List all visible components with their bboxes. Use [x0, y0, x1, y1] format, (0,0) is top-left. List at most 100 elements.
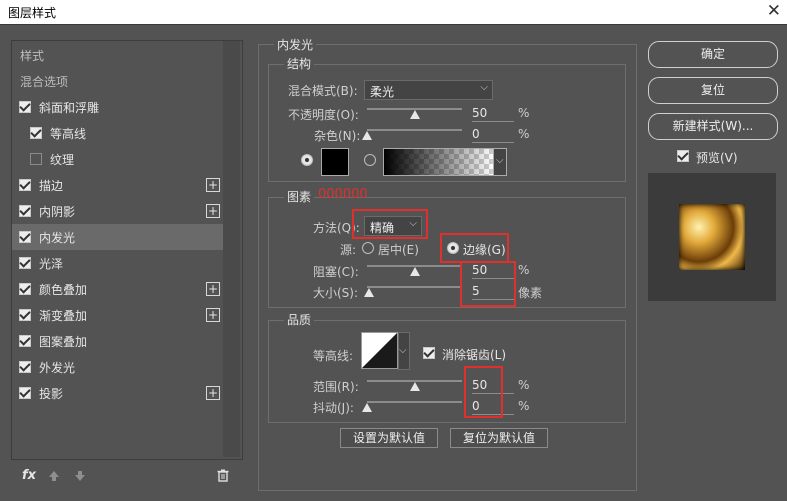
- size-label: 大小(S):: [313, 286, 359, 300]
- style-item-checkbox[interactable]: [19, 257, 31, 269]
- elements-title: 图素: [284, 188, 315, 205]
- reset-button[interactable]: 复位: [648, 77, 778, 104]
- source-label: 源:: [340, 243, 357, 257]
- add-effect-icon[interactable]: +: [206, 386, 220, 400]
- size-slider-track[interactable]: [367, 286, 462, 288]
- style-item-label: 投影: [39, 387, 64, 401]
- title-divider: [0, 24, 787, 25]
- annotation-color-code: 000000: [318, 187, 368, 202]
- blend-mode-dropdown[interactable]: 柔光 ⌵: [364, 80, 493, 100]
- fx-icon[interactable]: fx: [22, 468, 36, 483]
- arrow-up-icon[interactable]: [48, 470, 60, 482]
- gradient-radio[interactable]: [364, 154, 376, 166]
- size-pixels: 像素: [518, 286, 543, 300]
- technique-highlight: [352, 209, 428, 239]
- style-item-checkbox[interactable]: [19, 309, 31, 321]
- noise-label: 杂色(N):: [314, 129, 361, 143]
- chevron-down-icon: ⌵: [480, 82, 488, 93]
- preview-label[interactable]: 预览(V): [696, 149, 738, 166]
- style-item-checkbox[interactable]: [19, 231, 31, 243]
- style-item[interactable]: 斜面和浮雕: [12, 94, 223, 120]
- source-center-radio[interactable]: [362, 242, 374, 254]
- add-effect-icon[interactable]: +: [206, 308, 220, 322]
- style-item[interactable]: 光泽: [12, 250, 223, 276]
- style-item-checkbox[interactable]: [19, 283, 31, 295]
- style-item-checkbox[interactable]: [30, 127, 42, 139]
- antialias-label[interactable]: 消除锯齿(L): [442, 346, 506, 363]
- add-effect-icon[interactable]: +: [206, 178, 220, 192]
- ok-button[interactable]: 确定: [648, 41, 778, 68]
- antialias-checkbox[interactable]: [423, 347, 435, 359]
- style-item[interactable]: 内发光: [12, 224, 223, 250]
- choke-size-highlight: [460, 261, 516, 307]
- size-slider-thumb[interactable]: [363, 288, 374, 297]
- styles-header[interactable]: 样式: [12, 42, 223, 68]
- trash-icon[interactable]: [217, 469, 229, 482]
- contour-dropdown[interactable]: ⌵: [398, 332, 410, 370]
- solid-color-radio[interactable]: [301, 154, 313, 166]
- noise-slider-track[interactable]: [367, 129, 462, 131]
- style-item-checkbox[interactable]: [19, 179, 31, 191]
- window-title: 图层样式: [8, 6, 57, 20]
- range-label: 范围(R):: [313, 380, 359, 394]
- style-item-checkbox[interactable]: [19, 387, 31, 399]
- inner-glow-title: 内发光: [274, 36, 317, 53]
- style-item[interactable]: 描边 +: [12, 172, 223, 198]
- chevron-down-icon: ⌵: [496, 155, 504, 166]
- style-item[interactable]: 颜色叠加 +: [12, 276, 223, 302]
- source-center-label[interactable]: 居中(E): [378, 241, 419, 258]
- choke-slider-thumb[interactable]: [409, 267, 420, 276]
- new-style-button[interactable]: 新建样式(W)...: [648, 113, 778, 140]
- add-effect-icon[interactable]: +: [206, 282, 220, 296]
- source-edge-highlight: [440, 233, 509, 263]
- jitter-slider-track[interactable]: [367, 401, 462, 403]
- noise-field[interactable]: 0: [472, 126, 514, 143]
- style-item[interactable]: 图案叠加: [12, 328, 223, 354]
- style-item[interactable]: 投影 +: [12, 380, 223, 406]
- choke-percent: %: [518, 263, 530, 277]
- gradient-dropdown[interactable]: ⌵: [493, 148, 507, 176]
- style-item-checkbox[interactable]: [19, 361, 31, 373]
- styles-toolbar: fx: [12, 462, 241, 492]
- opacity-slider-thumb[interactable]: [409, 110, 420, 119]
- close-icon[interactable]: ✕: [767, 1, 781, 21]
- style-item-label: 等高线: [50, 127, 87, 141]
- style-item-checkbox[interactable]: [19, 205, 31, 217]
- style-item-checkbox[interactable]: [19, 335, 31, 347]
- structure-title: 结构: [284, 55, 315, 72]
- range-slider-thumb[interactable]: [409, 382, 420, 391]
- arrow-down-icon[interactable]: [74, 470, 86, 482]
- blend-options-item[interactable]: 混合选项: [12, 68, 223, 94]
- blend-mode-label: 混合模式(B):: [288, 84, 358, 98]
- style-item[interactable]: 内阴影 +: [12, 198, 223, 224]
- style-item-label: 斜面和浮雕: [39, 101, 100, 115]
- preview-thumbnail: [679, 204, 745, 270]
- reset-default-button[interactable]: 复位为默认值: [450, 428, 548, 448]
- style-item-label: 颜色叠加: [39, 283, 88, 297]
- preview-box: [648, 173, 776, 301]
- opacity-label: 不透明度(O):: [288, 108, 359, 122]
- noise-percent: %: [518, 127, 530, 141]
- style-item[interactable]: 渐变叠加 +: [12, 302, 223, 328]
- opacity-value: 50: [472, 106, 488, 120]
- quality-title: 品质: [284, 311, 315, 328]
- jitter-label: 抖动(J):: [313, 401, 354, 415]
- noise-slider-thumb[interactable]: [362, 131, 372, 140]
- style-item[interactable]: 纹理: [12, 146, 223, 172]
- style-item-label: 纹理: [50, 153, 75, 167]
- style-item-label: 描边: [39, 179, 64, 193]
- add-effect-icon[interactable]: +: [206, 204, 220, 218]
- styles-list-scrollbar[interactable]: [223, 41, 240, 457]
- gradient-preview[interactable]: [383, 148, 495, 176]
- style-item-checkbox[interactable]: [30, 153, 42, 165]
- style-item[interactable]: 等高线: [12, 120, 223, 146]
- jitter-slider-thumb[interactable]: [362, 403, 372, 412]
- make-default-button[interactable]: 设置为默认值: [340, 428, 438, 448]
- opacity-field[interactable]: 50: [472, 105, 514, 122]
- style-item-label: 内阴影: [39, 205, 76, 219]
- style-item-checkbox[interactable]: [19, 101, 31, 113]
- preview-checkbox[interactable]: [677, 150, 689, 162]
- style-item[interactable]: 外发光: [12, 354, 223, 380]
- contour-preview[interactable]: [361, 332, 398, 369]
- glow-color-swatch[interactable]: [321, 148, 349, 176]
